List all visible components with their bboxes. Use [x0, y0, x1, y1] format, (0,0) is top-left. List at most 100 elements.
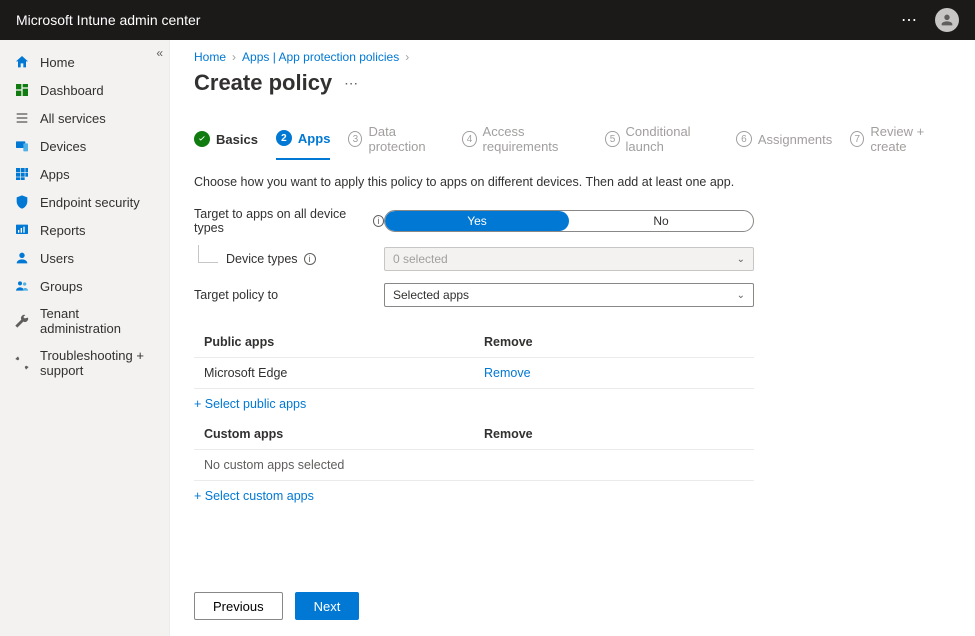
wizard-step-label: Access requirements	[483, 124, 588, 154]
remove-header: Remove	[484, 335, 744, 349]
custom-apps-table: Custom apps Remove No custom apps select…	[194, 419, 754, 481]
home-icon	[14, 54, 30, 70]
app-name: Microsoft Edge	[204, 366, 484, 380]
device-types-value: 0 selected	[393, 252, 448, 266]
app-title: Microsoft Intune admin center	[16, 12, 200, 28]
sidebar-item-dashboard[interactable]: Dashboard	[0, 76, 169, 104]
page-title: Create policy	[194, 70, 332, 96]
page-title-more-icon[interactable]: ⋯	[344, 75, 360, 92]
wizard-step-label: Conditional launch	[626, 124, 718, 154]
step-number: 3	[348, 131, 362, 147]
wizard-step-label: Data protection	[368, 124, 444, 154]
topbar-more-icon[interactable]: ⋯	[901, 10, 919, 30]
toggle-no[interactable]: No	[569, 211, 753, 231]
list-icon	[14, 110, 30, 126]
wizard-footer: Previous Next	[194, 577, 951, 636]
sidebar-item-all-services[interactable]: All services	[0, 104, 169, 132]
wizard-step-data-protection[interactable]: 3 Data protection	[348, 124, 444, 160]
sidebar-item-label: All services	[40, 111, 106, 126]
target-all-devices-toggle[interactable]: Yes No	[384, 210, 754, 232]
step-number: 2	[276, 130, 292, 146]
sidebar-item-label: Apps	[40, 167, 70, 182]
tools-icon	[14, 355, 30, 371]
sidebar-item-endpoint-security[interactable]: Endpoint security	[0, 188, 169, 216]
select-public-apps-link[interactable]: + Select public apps	[194, 389, 951, 419]
sidebar-item-label: Groups	[40, 279, 83, 294]
sidebar-item-label: Dashboard	[40, 83, 104, 98]
breadcrumb: Home › Apps | App protection policies ›	[194, 50, 951, 64]
shield-icon	[14, 194, 30, 210]
wizard-step-label: Basics	[216, 132, 258, 147]
device-types-dropdown: 0 selected ⌄	[384, 247, 754, 271]
step-number: 5	[605, 131, 619, 147]
sidebar-item-label: Home	[40, 55, 75, 70]
wizard-step-label: Apps	[298, 131, 331, 146]
sidebar-item-groups[interactable]: Groups	[0, 272, 169, 300]
top-bar: Microsoft Intune admin center ⋯	[0, 0, 975, 40]
sidebar-item-home[interactable]: Home	[0, 48, 169, 76]
collapse-sidebar-icon[interactable]: «	[156, 46, 163, 60]
sidebar-item-label: Reports	[40, 223, 86, 238]
sidebar-item-label: Tenant administration	[40, 306, 155, 336]
remove-header: Remove	[484, 427, 744, 441]
chevron-down-icon: ⌄	[737, 290, 745, 301]
wizard-step-access-requirements[interactable]: 4 Access requirements	[462, 124, 587, 160]
reports-icon	[14, 222, 30, 238]
breadcrumb-home[interactable]: Home	[194, 50, 226, 64]
custom-apps-empty: No custom apps selected	[194, 450, 754, 481]
table-row: Microsoft Edge Remove	[194, 358, 754, 389]
devices-icon	[14, 138, 30, 154]
wizard-step-basics[interactable]: Basics	[194, 124, 258, 160]
step-number: 4	[462, 131, 476, 147]
chevron-right-icon: ›	[405, 50, 409, 64]
user-icon	[14, 250, 30, 266]
wizard-step-apps[interactable]: 2 Apps	[276, 124, 331, 160]
group-icon	[14, 278, 30, 294]
chevron-right-icon: ›	[232, 50, 236, 64]
person-icon	[939, 12, 955, 28]
sidebar-item-devices[interactable]: Devices	[0, 132, 169, 160]
target-policy-value: Selected apps	[393, 288, 469, 302]
wizard-steps: Basics 2 Apps 3 Data protection 4 Access…	[194, 124, 951, 161]
select-custom-apps-link[interactable]: + Select custom apps	[194, 481, 951, 511]
public-apps-header: Public apps	[204, 335, 484, 349]
sidebar-item-troubleshooting[interactable]: Troubleshooting + support	[0, 342, 169, 384]
user-avatar[interactable]	[935, 8, 959, 32]
breadcrumb-apps-policies[interactable]: Apps | App protection policies	[242, 50, 399, 64]
sidebar-item-label: Users	[40, 251, 74, 266]
wizard-step-review-create[interactable]: 7 Review + create	[850, 124, 951, 160]
step-number: 6	[736, 131, 752, 147]
sidebar-item-label: Devices	[40, 139, 86, 154]
target-policy-label: Target policy to	[194, 288, 278, 302]
step-description: Choose how you want to apply this policy…	[194, 175, 951, 189]
info-icon[interactable]: i	[373, 215, 384, 227]
previous-button[interactable]: Previous	[194, 592, 283, 620]
sidebar-item-tenant-admin[interactable]: Tenant administration	[0, 300, 169, 342]
indent-line	[198, 245, 218, 263]
toggle-yes[interactable]: Yes	[385, 211, 569, 231]
next-button[interactable]: Next	[295, 592, 360, 620]
remove-link[interactable]: Remove	[484, 366, 531, 380]
chevron-down-icon: ⌄	[737, 254, 745, 265]
public-apps-table: Public apps Remove Microsoft Edge Remove	[194, 327, 754, 389]
apps-icon	[14, 166, 30, 182]
target-policy-dropdown[interactable]: Selected apps ⌄	[384, 283, 754, 307]
wrench-icon	[14, 313, 30, 329]
device-types-label: Device types	[226, 252, 298, 266]
sidebar-item-apps[interactable]: Apps	[0, 160, 169, 188]
dashboard-icon	[14, 82, 30, 98]
main-content: Home › Apps | App protection policies › …	[170, 40, 975, 636]
info-icon[interactable]: i	[304, 253, 316, 265]
target-apps-label: Target to apps on all device types	[194, 207, 367, 235]
sidebar-item-label: Troubleshooting + support	[40, 348, 155, 378]
wizard-step-label: Assignments	[758, 132, 832, 147]
wizard-step-label: Review + create	[870, 124, 951, 154]
step-number: 7	[850, 131, 864, 147]
sidebar: « Home Dashboard All services Devices Ap…	[0, 40, 170, 636]
sidebar-item-label: Endpoint security	[40, 195, 140, 210]
wizard-step-assignments[interactable]: 6 Assignments	[736, 124, 832, 160]
wizard-step-conditional-launch[interactable]: 5 Conditional launch	[605, 124, 717, 160]
sidebar-item-users[interactable]: Users	[0, 244, 169, 272]
custom-apps-header: Custom apps	[204, 427, 484, 441]
sidebar-item-reports[interactable]: Reports	[0, 216, 169, 244]
